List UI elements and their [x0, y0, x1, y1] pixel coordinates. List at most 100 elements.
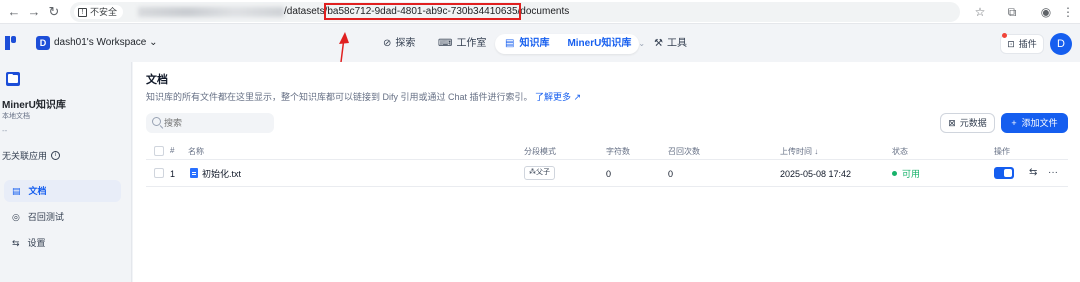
header-divider [146, 159, 1068, 160]
external-link-icon: ↗ [573, 92, 582, 102]
star-icon[interactable]: ☆ [972, 4, 988, 20]
upload-time: 2025-05-08 17:42 [780, 169, 852, 179]
metadata-button[interactable]: ⊠ 元数据 [940, 113, 995, 133]
forward-icon[interactable]: → [26, 4, 42, 20]
column-name: 名称 [188, 147, 204, 156]
column-upload-time[interactable]: 上传时间 ↓ [780, 146, 818, 157]
chevron-down-icon[interactable]: ⌄ [638, 34, 645, 54]
extensions-icon[interactable]: ⧉ [1004, 4, 1020, 20]
settings-icon: ⇆ [12, 238, 20, 248]
workspace-switcher[interactable]: dash01's Workspace ⌄ [54, 36, 158, 50]
dataset-name: MinerU知识库 [2, 100, 66, 111]
reload-icon[interactable]: ↻ [46, 4, 62, 20]
row-checkbox[interactable] [154, 168, 164, 178]
url-suffix: /documents [517, 6, 570, 17]
terminal-icon: ⌨ [438, 38, 453, 49]
enable-toggle[interactable] [994, 167, 1014, 179]
upload-time-label: 上传时间 [780, 147, 812, 156]
dataset-sidebar: MinerU知识库 本地文档 -- 无关联应用 i ▤ 文档 ◎ 召回测试 ⇆ … [0, 62, 132, 282]
sidebar-item-documents[interactable]: ▤ 文档 [4, 180, 121, 202]
select-all-checkbox[interactable] [154, 146, 164, 156]
linked-apps-status: 无关联应用 i [2, 149, 61, 162]
book-icon: ▤ [505, 38, 515, 49]
nav-studio-label: 工作室 [456, 38, 487, 49]
browser-toolbar: ← → ↻ ! 不安全 /datasets/ba58c712-9dad-4801… [0, 0, 1080, 24]
folder-icon [6, 72, 20, 86]
plugin-label: 插件 [1018, 39, 1037, 49]
address-bar[interactable]: ! 不安全 /datasets/ba58c712-9dad-4801-ab9c-… [70, 2, 960, 22]
page-title: 文档 [146, 74, 168, 86]
avatar[interactable]: D [1050, 33, 1072, 55]
workspace-badge[interactable]: D [36, 36, 50, 50]
documents-panel: 文档 知识库的所有文件都在这里显示，整个知识库都可以链接到 Dify 引用或通过… [133, 62, 1080, 282]
security-indicator[interactable]: ! 不安全 [74, 5, 124, 19]
recall-count: 0 [668, 169, 674, 179]
add-file-label: 添加文件 [1021, 118, 1058, 128]
column-actions: 操作 [994, 147, 1010, 156]
nav-tools[interactable]: ⚒ 工具 [654, 34, 687, 54]
metadata-label: 元数据 [959, 118, 987, 128]
app-header: D dash01's Workspace ⌄ ⊘ 探索 ⌨ 工作室 ▤ 知识库 … [0, 28, 1080, 60]
segment-mode-badge: ⁂父子 [524, 166, 555, 180]
notification-dot [1002, 33, 1007, 38]
hierarchy-icon: ⁂ [529, 169, 536, 176]
warning-icon: ! [78, 7, 87, 17]
document-icon: ▤ [12, 186, 21, 196]
plus-icon: + [1011, 118, 1017, 128]
row-divider [146, 186, 1068, 187]
dataset-description: -- [2, 126, 8, 135]
sort-desc-icon: ↓ [814, 147, 819, 156]
nav-explore[interactable]: ⊘ 探索 [383, 34, 415, 54]
app-logo-icon [5, 36, 16, 50]
column-segment-mode: 分段模式 [524, 147, 556, 156]
hammer-icon: ⚒ [654, 38, 663, 49]
row-index: 1 [170, 169, 176, 179]
nav-studio[interactable]: ⌨ 工作室 [438, 34, 486, 54]
nav-knowledge-label: 知识库 [519, 38, 550, 49]
more-icon[interactable]: ··· [1048, 166, 1058, 180]
description-text: 知识库的所有文件都在这里显示，整个知识库都可以链接到 Dify 引用或通过 Ch… [146, 92, 533, 102]
swap-icon[interactable]: ⇆ [1029, 166, 1037, 180]
learn-more-label: 了解更多 [535, 92, 572, 102]
column-index: # [170, 146, 175, 155]
target-icon: ◎ [12, 212, 20, 222]
redacted-host [138, 7, 284, 17]
dataset-id-highlight: ba58c712-9dad-4801-ab9c-730b34410635 [324, 3, 521, 20]
current-dataset-label[interactable]: MinerU知识库 [567, 34, 631, 54]
column-status: 状态 [892, 147, 908, 156]
text-file-icon [190, 168, 198, 178]
nav-knowledge[interactable]: ▤ 知识库 MinerU知识库 ⌄ [495, 34, 645, 54]
plugin-button[interactable]: ⊡ 插件 [1000, 34, 1044, 54]
no-linked-apps-label: 无关联应用 [2, 151, 48, 161]
status-label: 可用 [902, 169, 921, 179]
back-icon[interactable]: ← [6, 4, 22, 20]
info-icon[interactable]: i [51, 151, 61, 160]
workspace-name: dash01's Workspace [54, 37, 147, 48]
chevron-down-icon: ⌄ [149, 37, 158, 48]
url-text: /datasets/ba58c712-9dad-4801-ab9c-730b34… [284, 3, 570, 20]
char-count: 0 [606, 169, 612, 179]
url-prefix: /datasets/ [284, 6, 328, 17]
learn-more-link[interactable]: 了解更多 ↗ [535, 92, 581, 102]
status-dot [892, 171, 897, 176]
dataset-type: 本地文档 [2, 113, 30, 120]
nav-explore-label: 探索 [395, 38, 416, 49]
search-input[interactable] [146, 113, 274, 133]
document-name[interactable]: 初始化.txt [202, 168, 241, 180]
add-file-button[interactable]: + 添加文件 [1001, 113, 1068, 133]
nav-tools-label: 工具 [666, 38, 687, 49]
menu-icon[interactable]: ⋮ [1060, 4, 1076, 20]
sidebar-item-settings[interactable]: ⇆ 设置 [4, 232, 121, 254]
sidebar-item-recall-test[interactable]: ◎ 召回测试 [4, 206, 121, 228]
segment-mode-label: 父子 [536, 169, 550, 176]
column-chars: 字符数 [606, 147, 630, 156]
search-icon [152, 117, 161, 126]
metadata-icon: ⊠ [948, 118, 956, 128]
profile-icon[interactable]: ◉ [1038, 4, 1054, 20]
plugin-icon: ⊡ [1007, 39, 1015, 49]
sidebar-item-label: 文档 [28, 186, 47, 196]
page-description: 知识库的所有文件都在这里显示，整个知识库都可以链接到 Dify 引用或通过 Ch… [146, 90, 581, 103]
sidebar-item-label: 召回测试 [27, 212, 64, 222]
sidebar-item-label: 设置 [27, 238, 46, 248]
compass-icon: ⊘ [383, 38, 392, 49]
